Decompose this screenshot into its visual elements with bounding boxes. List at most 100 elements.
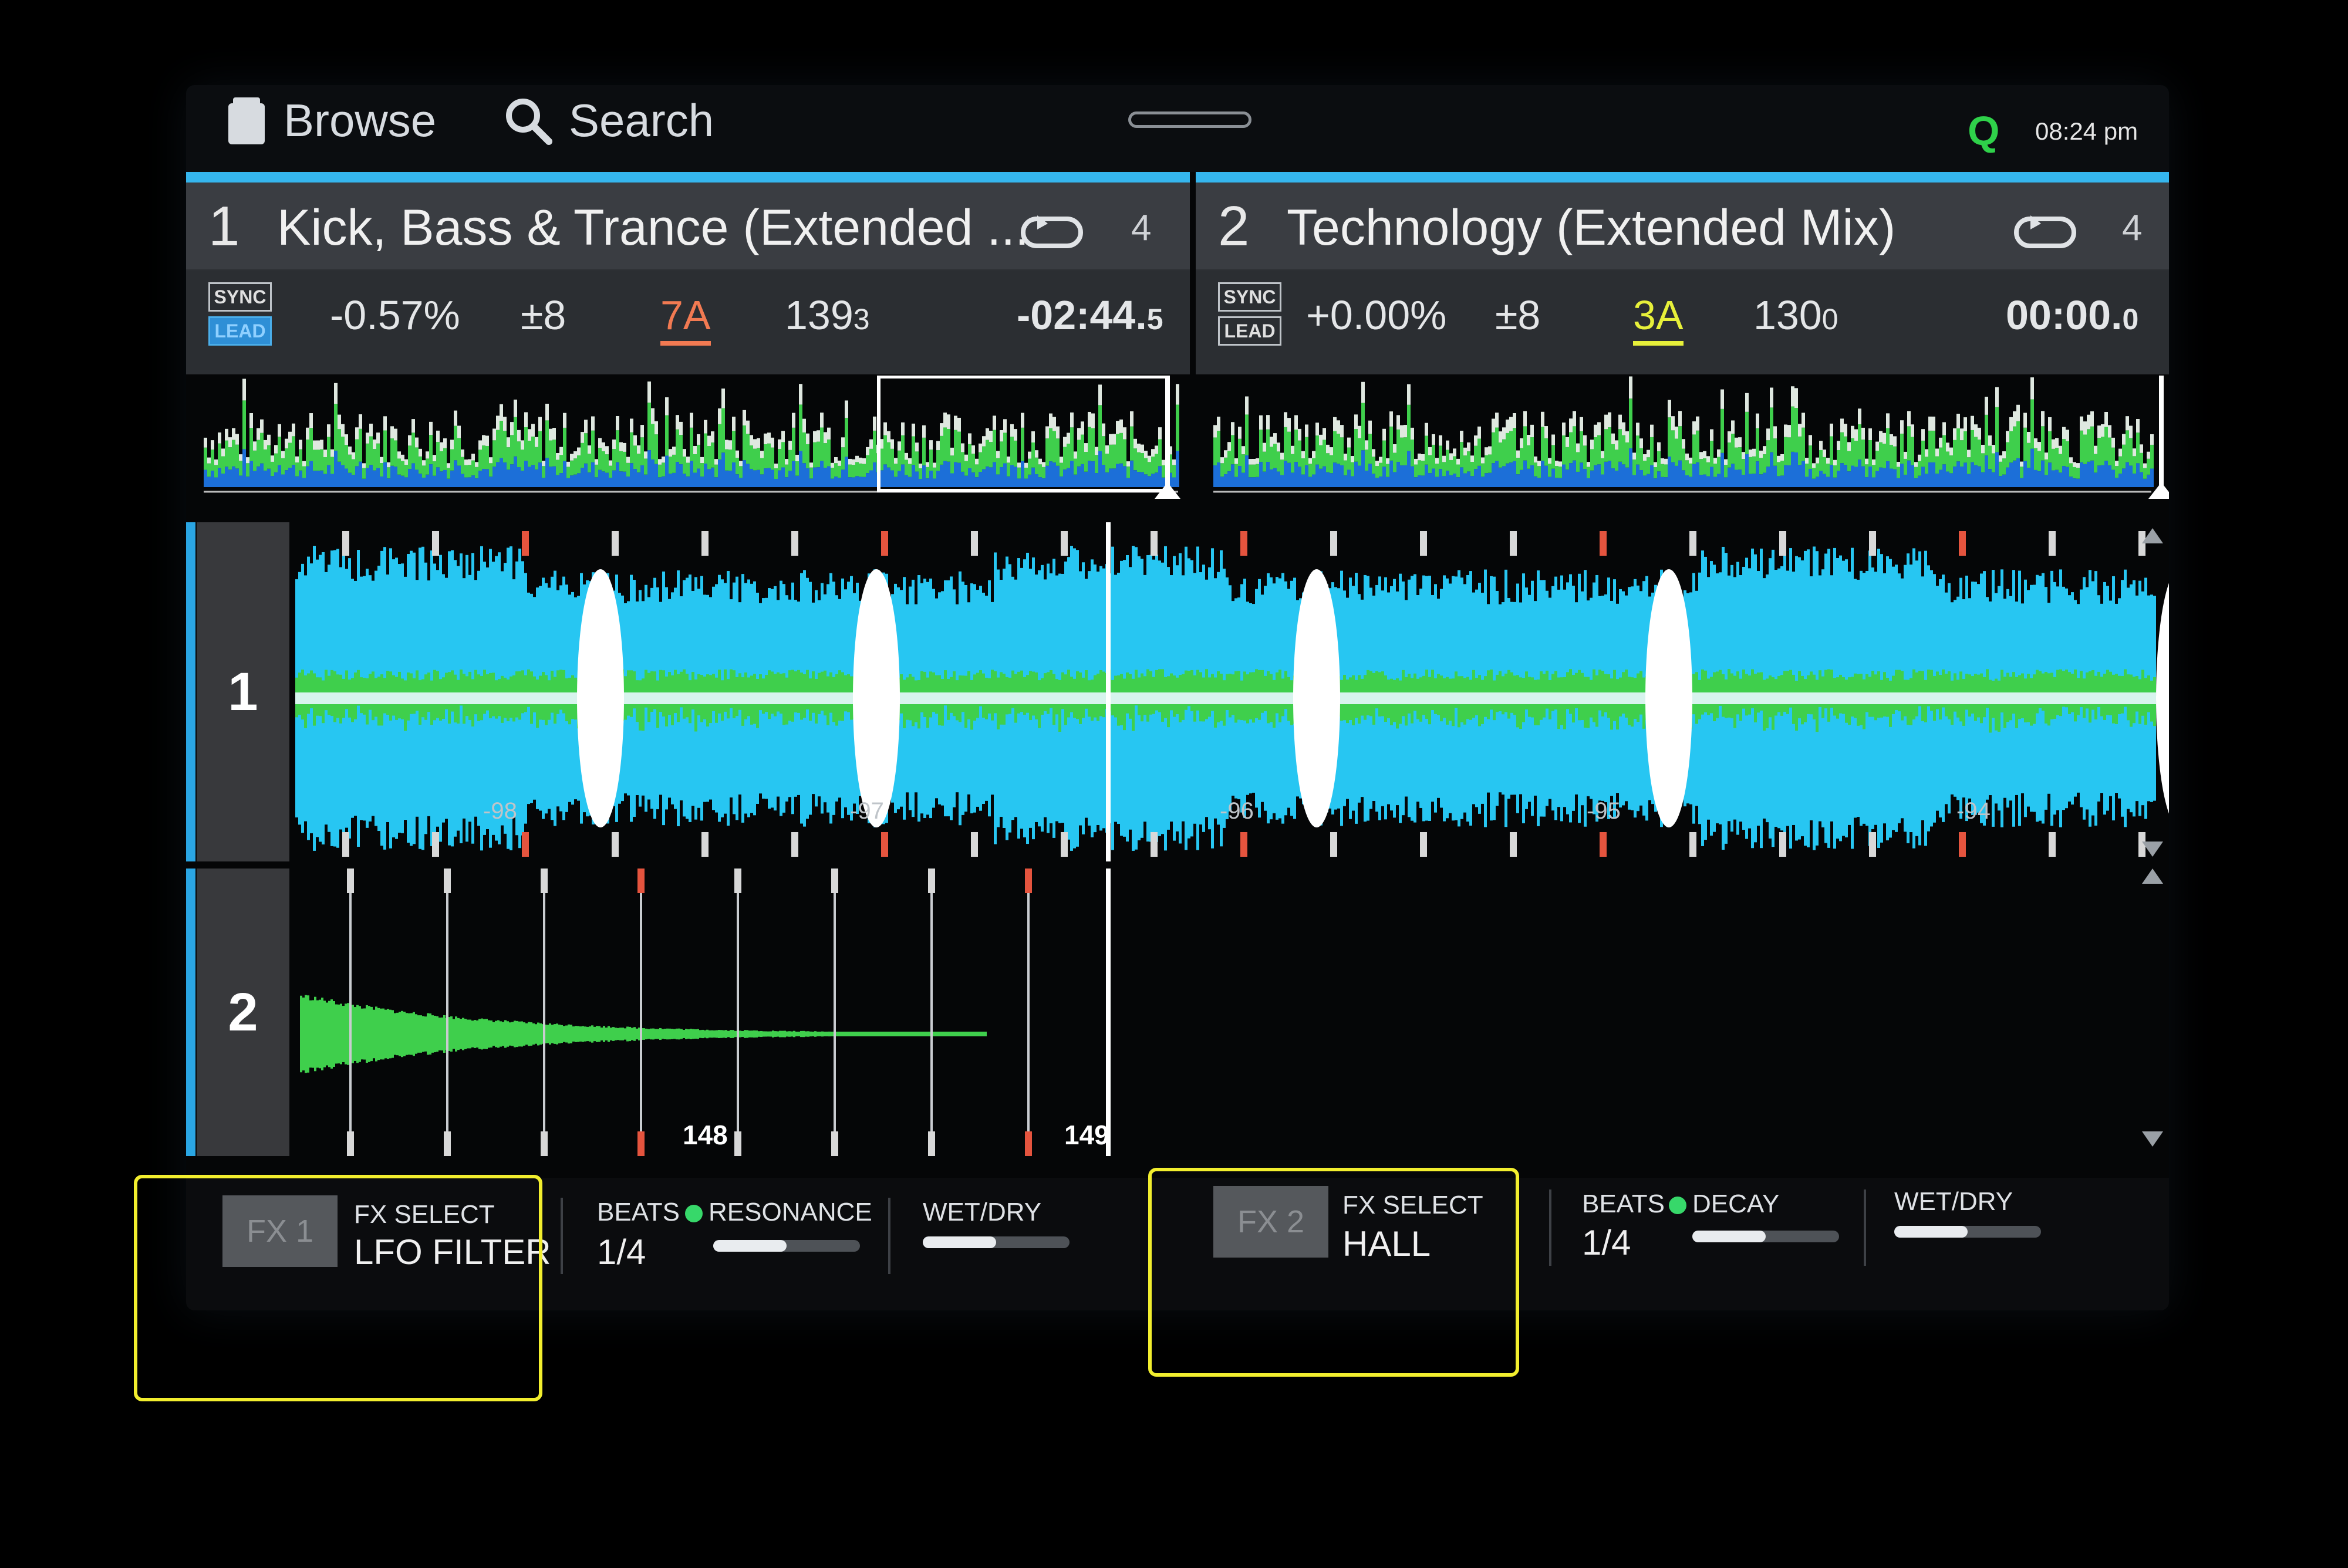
beat-number: -94 — [1956, 798, 1991, 824]
overview-bar — [1141, 453, 1144, 472]
browse-button[interactable]: Browse — [226, 85, 436, 156]
deck-1-title-row[interactable]: 1 Kick, Bass & Trance (Extended ... 4 — [186, 183, 1190, 269]
overview-bar — [482, 468, 485, 487]
overview-bar — [2083, 434, 2087, 464]
overview-bar — [1162, 465, 1165, 478]
overview-bar — [1375, 461, 1379, 467]
overview-bar — [975, 464, 979, 478]
overview-bar — [496, 415, 500, 430]
overview-bar — [792, 413, 795, 428]
fx-divider — [888, 1198, 890, 1274]
overview-bar — [316, 440, 320, 450]
overview-bar — [1671, 462, 1675, 487]
lane-2-zoom-up-arrow-icon[interactable] — [2142, 869, 2163, 884]
overview-bar — [2126, 416, 2129, 431]
overview-bar — [817, 441, 820, 468]
overview-bar — [1014, 467, 1017, 487]
overview-bar — [1488, 446, 1492, 455]
overview-bar — [471, 460, 475, 476]
overview-bar — [1590, 440, 1594, 450]
overview-bar — [464, 465, 468, 478]
deck-1-pitch-range[interactable]: ±8 — [521, 292, 566, 339]
overview-bar — [207, 477, 211, 487]
loop-icon[interactable] — [2013, 215, 2077, 249]
overview-bar — [2133, 448, 2136, 457]
fx-1-beats-value[interactable]: 1/4 — [597, 1232, 646, 1272]
lane-2-label[interactable]: 2 — [197, 869, 289, 1156]
fx-1-param-slider[interactable] — [713, 1240, 860, 1252]
deck-1-header: 1 Kick, Bass & Trance (Extended ... 4 SY… — [186, 172, 1190, 374]
deck-2-overview-waveform[interactable] — [1196, 376, 2169, 516]
overview-bar — [207, 457, 211, 464]
overview-bar — [750, 445, 753, 469]
overview-bar — [1703, 458, 1706, 475]
beat-marker-top — [1151, 531, 1158, 556]
deck-2-pitch-range[interactable]: ±8 — [1495, 292, 1540, 339]
deck-1-sync-lead[interactable]: SYNC LEAD — [208, 282, 272, 350]
overview-bar — [1573, 411, 1576, 427]
deck-2-sync-lead[interactable]: SYNC LEAD — [1218, 282, 1281, 350]
deck-1-scrolling-waveform[interactable]: -98 -97 -96 -95 -94 — [289, 522, 2169, 861]
deck-2-title-row[interactable]: 2 Technology (Extended Mix) 4 — [1196, 183, 2169, 269]
drag-handle[interactable] — [1128, 111, 1251, 128]
overview-bar — [1287, 418, 1291, 432]
waveform-mid — [1155, 670, 1158, 711]
overview-bar — [1530, 465, 1534, 487]
deck-2-time-main: 00:00. — [2006, 292, 2123, 338]
overview-bar — [2111, 469, 2115, 487]
deck-1-time[interactable]: -02:44.5 — [1017, 292, 1163, 339]
overview-bar — [817, 467, 820, 487]
overview-bar — [1095, 455, 1098, 474]
fx-1-wetdry-slider[interactable] — [923, 1236, 1070, 1248]
overview-bar — [1396, 415, 1400, 430]
overview-bar — [1077, 428, 1081, 440]
lane-2-zoom-down-arrow-icon[interactable] — [2142, 1131, 2163, 1147]
overview-bar — [1144, 474, 1148, 487]
deck-1-overview-waveform[interactable] — [186, 376, 1196, 516]
deck-1-loop-beats: 4 — [1131, 208, 1152, 248]
overview-bar — [778, 439, 781, 449]
overview-bar — [503, 462, 507, 487]
lane-1-label[interactable]: 1 — [197, 522, 289, 861]
deck-2-scrolling-waveform[interactable]: 148 149 — [289, 869, 2169, 1156]
zoom-down-arrow-icon[interactable] — [2142, 842, 2163, 857]
overview-bar — [1527, 435, 1530, 445]
overview-bar — [1967, 457, 1971, 474]
overview-bar — [341, 424, 345, 437]
overview-bar — [1301, 474, 1305, 487]
loop-icon[interactable] — [1020, 215, 1084, 249]
overview-bar — [373, 439, 376, 450]
overview-bar — [669, 474, 672, 487]
overview-bar — [492, 467, 496, 487]
quantize-icon[interactable]: Q — [1968, 107, 1999, 154]
fx-2-beats-value[interactable]: 1/4 — [1582, 1222, 1631, 1263]
search-button[interactable]: Search — [503, 85, 714, 156]
overview-bar — [1678, 460, 1682, 487]
overview-bar — [1060, 462, 1063, 477]
overview-bar — [2016, 404, 2020, 421]
lead-badge[interactable]: LEAD — [1218, 316, 1281, 346]
lead-badge[interactable]: LEAD — [208, 316, 272, 346]
overview-bar — [831, 478, 834, 487]
overview-bar — [1017, 467, 1021, 479]
deck-2-time[interactable]: 00:00.0 — [2006, 292, 2138, 339]
fx-2-param-slider[interactable] — [1692, 1231, 1839, 1242]
overview-bar — [732, 431, 736, 463]
fx-2-wetdry-slider[interactable] — [1894, 1226, 2041, 1238]
overview-bar — [299, 440, 302, 450]
overview-bar — [711, 467, 714, 487]
overview-bar — [887, 467, 890, 487]
overview-bar — [1639, 448, 1643, 471]
overview-bar — [989, 430, 993, 442]
overview-bar — [1516, 458, 1520, 475]
zoom-up-arrow-icon[interactable] — [2142, 528, 2163, 543]
overview-bar — [2013, 411, 2016, 427]
overview-bar — [1010, 424, 1014, 437]
sync-badge[interactable]: SYNC — [208, 282, 272, 312]
beat-number: 149 — [1064, 1120, 1109, 1150]
beat-marker-bottom — [444, 1131, 451, 1156]
sync-badge[interactable]: SYNC — [1218, 282, 1281, 312]
beat-marker-bottom — [701, 832, 709, 857]
overview-bar — [1386, 464, 1389, 477]
zoom-arrows[interactable] — [2141, 528, 2164, 1150]
